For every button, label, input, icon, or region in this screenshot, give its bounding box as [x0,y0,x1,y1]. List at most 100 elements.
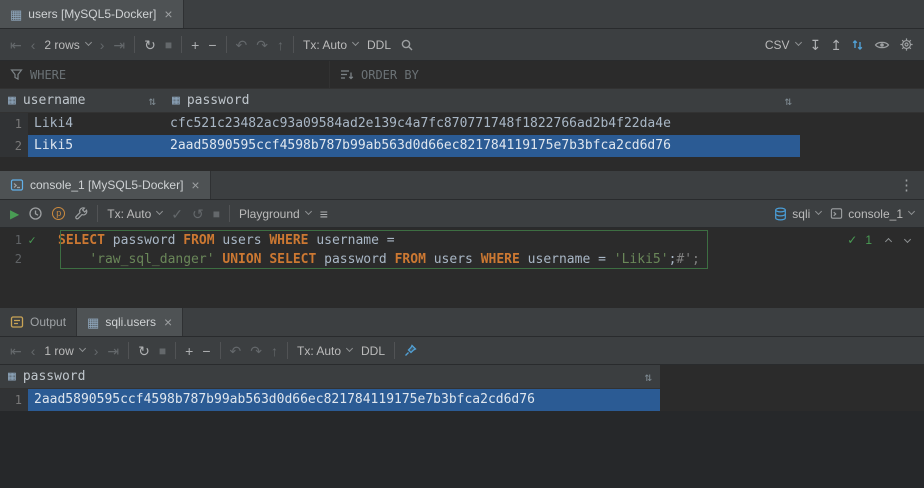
pin-tab-icon[interactable] [404,344,417,357]
refresh-icon[interactable]: ↻ [144,38,156,52]
tab-result-label: sqli.users [105,315,156,329]
undo-icon[interactable]: ↶ [230,344,242,358]
chevron-down-icon [305,208,312,215]
table-row[interactable]: 1 Liki4 cfc521c23482ac93a09584ad2e139c4a… [0,113,924,135]
table-row-selected[interactable]: 2 Liki5 2aad5890595ccf4598b787b99ab563d0… [0,135,924,157]
cell-password[interactable]: 2aad5890595ccf4598b787b99ab563d0d66ec821… [28,389,660,411]
console-session-dropdown[interactable]: console_1 [830,207,914,221]
sql-code-line-2[interactable]: 'raw_sql_danger' UNION SELECT password F… [58,250,700,269]
tx-mode-dropdown[interactable]: Tx: Auto [303,38,358,52]
history-icon[interactable] [28,206,43,221]
undo-icon[interactable]: ↶ [236,38,248,52]
divider [229,205,230,222]
where-placeholder: WHERE [30,68,66,82]
users-grid-header: ▦ username ⇅ ▦ password ⇅ [0,89,924,113]
panel-gap [0,157,924,171]
cell-username[interactable]: Liki5 [28,135,164,157]
ddl-button[interactable]: DDL [367,39,391,51]
cell-password[interactable]: cfc521c23482ac93a09584ad2e139c4a7fc87077… [164,113,800,135]
data-grid-toolbar: ⇤ ‹ 2 rows › ⇥ ↻ ■ + − ↶ ↷ ↑ Tx: Auto DD… [0,29,924,61]
previous-statement-icon[interactable] [885,237,892,244]
delete-row-icon[interactable]: − [202,344,210,358]
extractor-dropdown[interactable]: CSV [765,38,801,52]
rollback-icon[interactable]: ↺ [192,207,204,221]
page-size-dropdown[interactable]: 2 rows [44,38,90,52]
first-page-icon[interactable]: ⇤ [10,38,22,52]
grid-filter-row: WHERE ORDER BY [0,61,924,89]
tab-output[interactable]: Output [0,308,77,336]
next-statement-icon[interactable] [904,235,911,242]
next-page-icon[interactable]: › [100,38,105,52]
page-size-dropdown[interactable]: 1 row [44,344,84,358]
previous-page-icon[interactable]: ‹ [31,344,36,358]
ddl-button[interactable]: DDL [361,345,385,357]
run-icon[interactable]: ▶ [10,208,19,220]
column-header-username[interactable]: ▦ username ⇅ [0,89,164,112]
column-header-password[interactable]: ▦ password ⇅ [164,89,800,112]
export-data-icon[interactable]: ↧ [810,38,822,52]
redo-icon[interactable]: ↷ [250,344,262,358]
tx-mode-dropdown[interactable]: Tx: Auto [107,207,162,221]
kebab-menu-icon[interactable]: ⋮ [889,176,924,194]
close-icon[interactable]: × [164,7,172,21]
gear-icon[interactable] [899,37,914,52]
sql-code-line-1[interactable]: SELECT password FROM users WHERE usernam… [58,231,395,250]
stop-icon[interactable]: ■ [165,39,172,51]
tab-output-label: Output [30,315,66,329]
chevron-down-icon [908,208,915,215]
line-number: 2 [4,250,22,269]
tab-console-1[interactable]: console_1 [MySQL5-Docker] × [0,171,211,199]
import-data-icon[interactable]: ↥ [830,38,842,52]
pivot-icon[interactable] [851,38,865,52]
layout-icon[interactable]: ≡ [320,207,328,221]
wrench-icon[interactable] [74,207,88,221]
refresh-icon[interactable]: ↻ [138,344,150,358]
add-row-icon[interactable]: + [191,38,199,52]
eye-icon[interactable] [874,37,890,53]
database-icon [774,207,787,221]
cell-username[interactable]: Liki4 [28,113,164,135]
datagrip-window: ▦ users [MySQL5-Docker] × ⇤ ‹ 2 rows › ⇥… [0,0,924,488]
sort-icon[interactable]: ⇅ [645,370,652,384]
view-parameters-icon[interactable]: p [52,207,65,220]
where-filter-input[interactable]: WHERE [0,61,330,88]
tab-users-table[interactable]: ▦ users [MySQL5-Docker] × [0,0,184,28]
sort-icon[interactable]: ⇅ [149,94,156,108]
statement-nav-widget: ✓ 1 [847,233,910,247]
tab-result-sqli-users[interactable]: ▦ sqli.users × [77,308,183,336]
first-page-icon[interactable]: ⇤ [10,344,22,358]
cell-password[interactable]: 2aad5890595ccf4598b787b99ab563d0d66ec821… [164,135,800,157]
stop-icon[interactable]: ■ [159,345,166,357]
column-header-password[interactable]: ▦ password ⇅ [0,365,660,388]
redo-icon[interactable]: ↷ [256,38,268,52]
chevron-down-icon [79,345,86,352]
column-username-label: username [23,93,86,108]
delete-row-icon[interactable]: − [208,38,216,52]
divider [293,36,294,53]
last-page-icon[interactable]: ⇥ [107,344,119,358]
submit-changes-icon[interactable]: ↑ [277,38,284,52]
table-row-selected[interactable]: 1 2aad5890595ccf4598b787b99ab563d0d66ec8… [0,389,924,411]
sql-editor[interactable]: 1 ✓ SELECT password FROM users WHERE use… [0,228,924,308]
tx-mode-dropdown[interactable]: Tx: Auto [297,344,352,358]
order-by-filter-input[interactable]: ORDER BY [330,61,429,88]
schema-dropdown[interactable]: sqli [774,207,821,221]
playground-dropdown[interactable]: Playground [239,207,311,221]
add-row-icon[interactable]: + [185,344,193,358]
column-password-label: password [187,93,250,108]
commit-icon[interactable]: ✓ [171,207,183,221]
next-page-icon[interactable]: › [94,344,99,358]
close-icon[interactable]: × [191,178,199,192]
column-password-label: password [23,369,86,384]
search-icon[interactable] [400,38,414,52]
submit-changes-icon[interactable]: ↑ [271,344,278,358]
previous-page-icon[interactable]: ‹ [31,38,36,52]
editor-line[interactable]: 1 ✓ SELECT password FROM users WHERE use… [0,231,924,250]
order-by-placeholder: ORDER BY [361,68,419,82]
divider [220,342,221,359]
last-page-icon[interactable]: ⇥ [113,38,125,52]
stop-icon[interactable]: ■ [213,208,220,220]
sort-icon[interactable]: ⇅ [785,94,792,108]
close-icon[interactable]: × [164,315,172,329]
editor-line[interactable]: 2 'raw_sql_danger' UNION SELECT password… [0,250,924,269]
